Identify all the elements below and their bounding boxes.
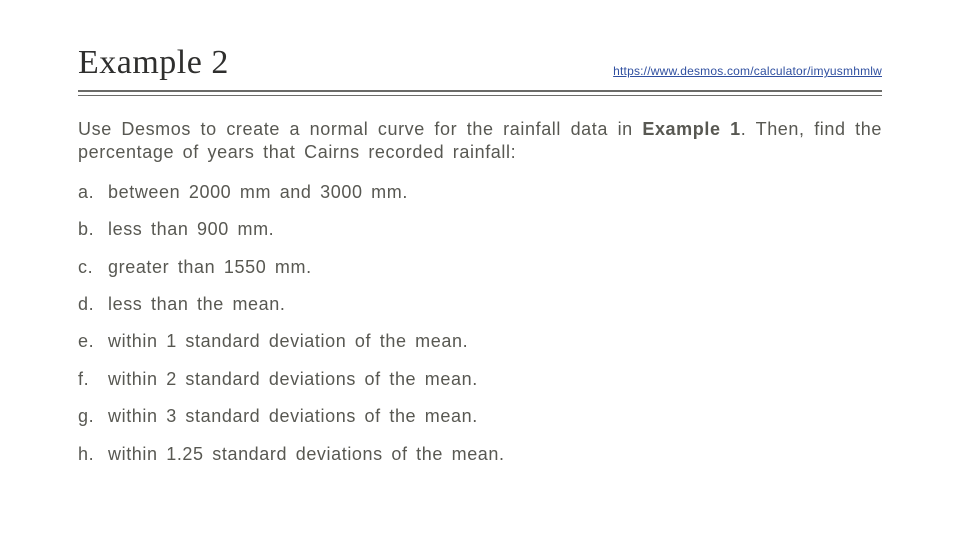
item-marker: h. <box>78 443 108 466</box>
list-item: d. less than the mean. <box>78 293 882 316</box>
item-text: within 1 standard deviation of the mean. <box>108 330 882 353</box>
list-item: a. between 2000 mm and 3000 mm. <box>78 181 882 204</box>
items-list: a. between 2000 mm and 3000 mm. b. less … <box>78 181 882 466</box>
slide: Example 2 https://www.desmos.com/calcula… <box>0 0 960 540</box>
intro-text: Use Desmos to create a normal curve for … <box>78 118 882 165</box>
item-text: within 1.25 standard deviations of the m… <box>108 443 882 466</box>
item-text: within 3 standard deviations of the mean… <box>108 405 882 428</box>
list-item: b. less than 900 mm. <box>78 218 882 241</box>
intro-bold: Example 1 <box>642 119 740 139</box>
item-marker: f. <box>78 368 108 391</box>
list-item: e. within 1 standard deviation of the me… <box>78 330 882 353</box>
divider-bottom <box>78 95 882 96</box>
list-item: c. greater than 1550 mm. <box>78 256 882 279</box>
item-marker: a. <box>78 181 108 204</box>
item-text: greater than 1550 mm. <box>108 256 882 279</box>
item-marker: g. <box>78 405 108 428</box>
header-row: Example 2 https://www.desmos.com/calcula… <box>78 44 882 88</box>
item-marker: d. <box>78 293 108 316</box>
divider-top <box>78 90 882 92</box>
desmos-link[interactable]: https://www.desmos.com/calculator/imyusm… <box>613 64 882 78</box>
item-marker: c. <box>78 256 108 279</box>
item-marker: b. <box>78 218 108 241</box>
page-title: Example 2 <box>78 44 229 82</box>
list-item: g. within 3 standard deviations of the m… <box>78 405 882 428</box>
item-text: between 2000 mm and 3000 mm. <box>108 181 882 204</box>
item-text: within 2 standard deviations of the mean… <box>108 368 882 391</box>
intro-part1: Use Desmos to create a normal curve for … <box>78 119 642 139</box>
item-text: less than 900 mm. <box>108 218 882 241</box>
body: Use Desmos to create a normal curve for … <box>78 118 882 466</box>
item-text: less than the mean. <box>108 293 882 316</box>
list-item: h. within 1.25 standard deviations of th… <box>78 443 882 466</box>
item-marker: e. <box>78 330 108 353</box>
list-item: f. within 2 standard deviations of the m… <box>78 368 882 391</box>
